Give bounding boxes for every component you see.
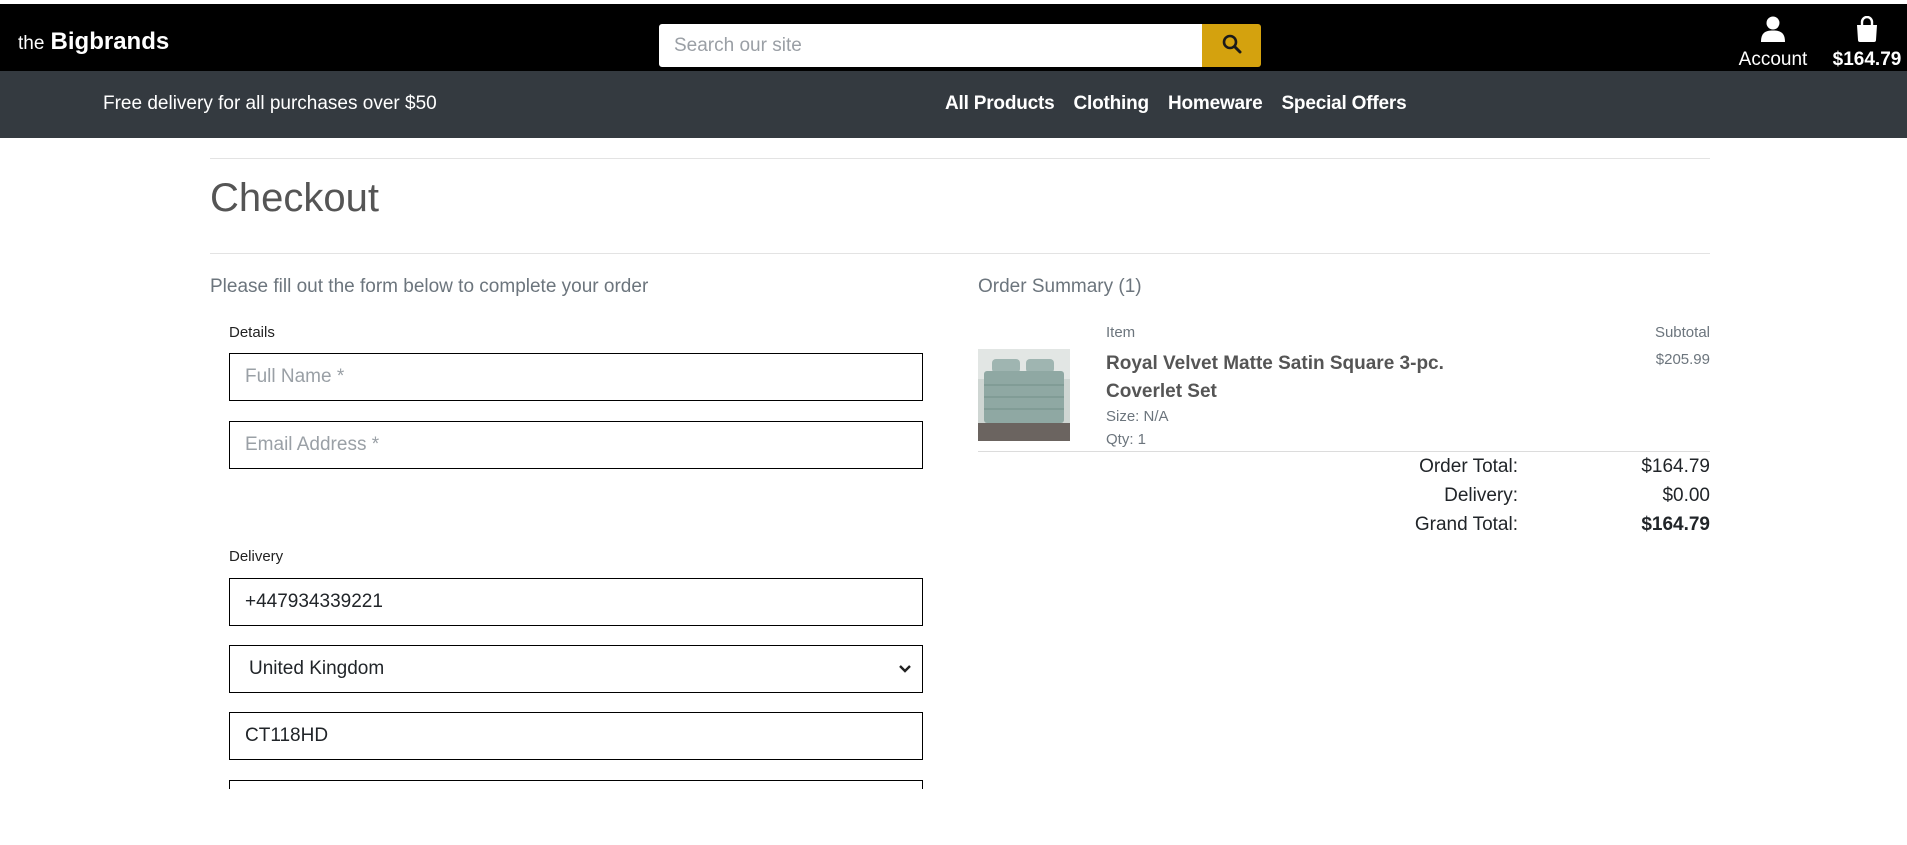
- country-select[interactable]: United Kingdom: [229, 645, 923, 693]
- delivery-banner: Free delivery for all purchases over $50: [103, 93, 437, 114]
- top-header: the Bigbrands Account: [0, 0, 1907, 71]
- form-instructions: Please fill out the form below to comple…: [210, 276, 649, 297]
- account-link[interactable]: Account: [1737, 16, 1809, 71]
- user-icon: [1761, 16, 1785, 46]
- postcode-field[interactable]: [229, 712, 923, 760]
- nav-clothing[interactable]: Clothing: [1074, 93, 1150, 115]
- nav-links: All Products Clothing Homeware Special O…: [945, 93, 1425, 115]
- subtotal-column-header: Subtotal: [1654, 324, 1710, 341]
- email-field[interactable]: [229, 421, 923, 469]
- delivery-cost-value: $0.00: [1662, 485, 1710, 506]
- details-label: Details: [229, 324, 275, 341]
- shopping-bag-icon: [1855, 15, 1879, 46]
- order-total-value: $164.79: [1641, 456, 1710, 477]
- main-navbar: Free delivery for all purchases over $50…: [0, 71, 1907, 138]
- bag-total: $164.79: [1832, 49, 1902, 70]
- product-subtotal: $205.99: [1655, 351, 1710, 368]
- order-total-label: Order Total:: [1419, 456, 1518, 477]
- search-form: [659, 24, 1261, 67]
- page-title: Checkout: [210, 176, 379, 220]
- delivery-label: Delivery: [229, 548, 284, 565]
- nav-homeware[interactable]: Homeware: [1168, 93, 1263, 115]
- nav-all-products[interactable]: All Products: [945, 93, 1055, 115]
- product-qty: Qty: 1: [1106, 431, 1147, 448]
- account-label: Account: [1738, 49, 1808, 70]
- search-icon: [1222, 34, 1242, 57]
- logo-prefix: the: [18, 33, 45, 54]
- grand-total-value: $164.79: [1641, 514, 1710, 535]
- logo-name: Bigbrands: [50, 28, 170, 55]
- item-column-header: Item: [1106, 324, 1136, 341]
- country-value: United Kingdom: [249, 658, 385, 679]
- product-size: Size: N/A: [1106, 408, 1169, 425]
- nav-special-offers[interactable]: Special Offers: [1281, 93, 1406, 115]
- full-name-field[interactable]: [229, 353, 923, 401]
- phone-field[interactable]: [229, 578, 923, 626]
- title-divider: [210, 253, 1710, 254]
- summary-divider: [978, 451, 1710, 452]
- search-input[interactable]: [659, 24, 1202, 67]
- grand-total-label: Grand Total:: [1414, 514, 1518, 535]
- top-divider: [210, 158, 1710, 159]
- delivery-cost-label: Delivery:: [1444, 485, 1518, 506]
- search-button[interactable]: [1202, 24, 1261, 67]
- site-logo[interactable]: the Bigbrands: [18, 28, 169, 56]
- product-thumbnail[interactable]: [978, 349, 1070, 441]
- chevron-down-icon: [898, 658, 912, 680]
- shopping-bag-link[interactable]: $164.79: [1828, 15, 1906, 71]
- next-address-field[interactable]: [229, 780, 923, 789]
- order-summary-title: Order Summary (1): [978, 276, 1142, 297]
- product-name[interactable]: Royal Velvet Matte Satin Square 3-pc. Co…: [1106, 350, 1516, 406]
